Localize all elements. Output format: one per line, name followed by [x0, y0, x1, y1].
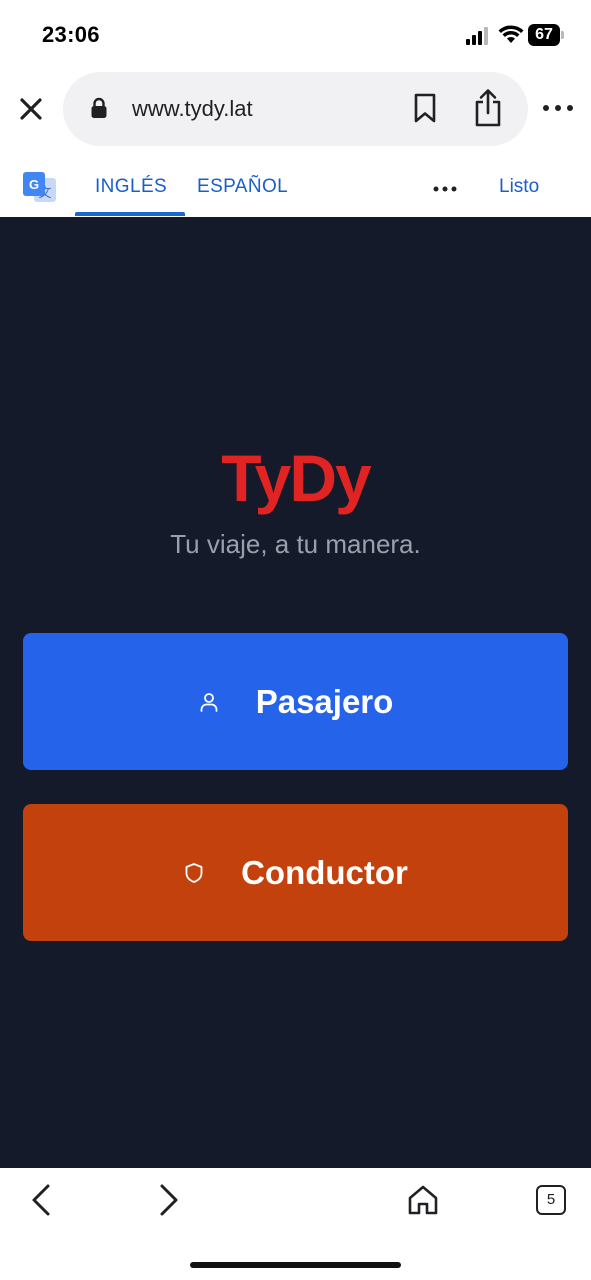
- cellular-signal-icon: [466, 27, 488, 45]
- shield-icon: [185, 862, 203, 883]
- translate-more-icon[interactable]: [432, 184, 458, 194]
- driver-button[interactable]: Conductor: [23, 804, 568, 941]
- url-text[interactable]: www.tydy.lat: [132, 96, 253, 122]
- passenger-label: Pasajero: [255, 682, 394, 720]
- google-translate-icon: 文 G: [23, 172, 56, 202]
- status-time: 23:06: [42, 22, 100, 47]
- home-indicator: [190, 1262, 401, 1268]
- tab-espanol[interactable]: ESPAÑOL: [197, 176, 288, 198]
- svg-text:G: G: [29, 177, 39, 192]
- wifi-icon: [498, 25, 524, 43]
- tab-ingles[interactable]: INGLÉS: [95, 176, 167, 198]
- battery-level: 67: [535, 26, 553, 43]
- tagline: Tu viaje, a tu manera.: [170, 529, 421, 559]
- done-button[interactable]: Listo: [499, 176, 539, 198]
- bookmark-icon[interactable]: [412, 93, 438, 123]
- battery-indicator: 67: [528, 24, 566, 46]
- driver-label: Conductor: [241, 853, 408, 891]
- passenger-button[interactable]: Pasajero: [23, 633, 568, 770]
- tabs-count-button[interactable]: 5: [536, 1185, 566, 1215]
- active-tab-indicator: [75, 212, 185, 216]
- user-icon: [200, 692, 218, 712]
- lock-icon: [91, 97, 107, 118]
- back-arrow-icon[interactable]: [28, 1182, 56, 1218]
- close-icon[interactable]: [14, 92, 48, 126]
- forward-arrow-icon[interactable]: [154, 1182, 182, 1218]
- home-icon[interactable]: [406, 1183, 440, 1217]
- share-icon[interactable]: [472, 88, 504, 128]
- more-icon[interactable]: [540, 98, 576, 118]
- brand-logo: TyDy: [221, 441, 372, 515]
